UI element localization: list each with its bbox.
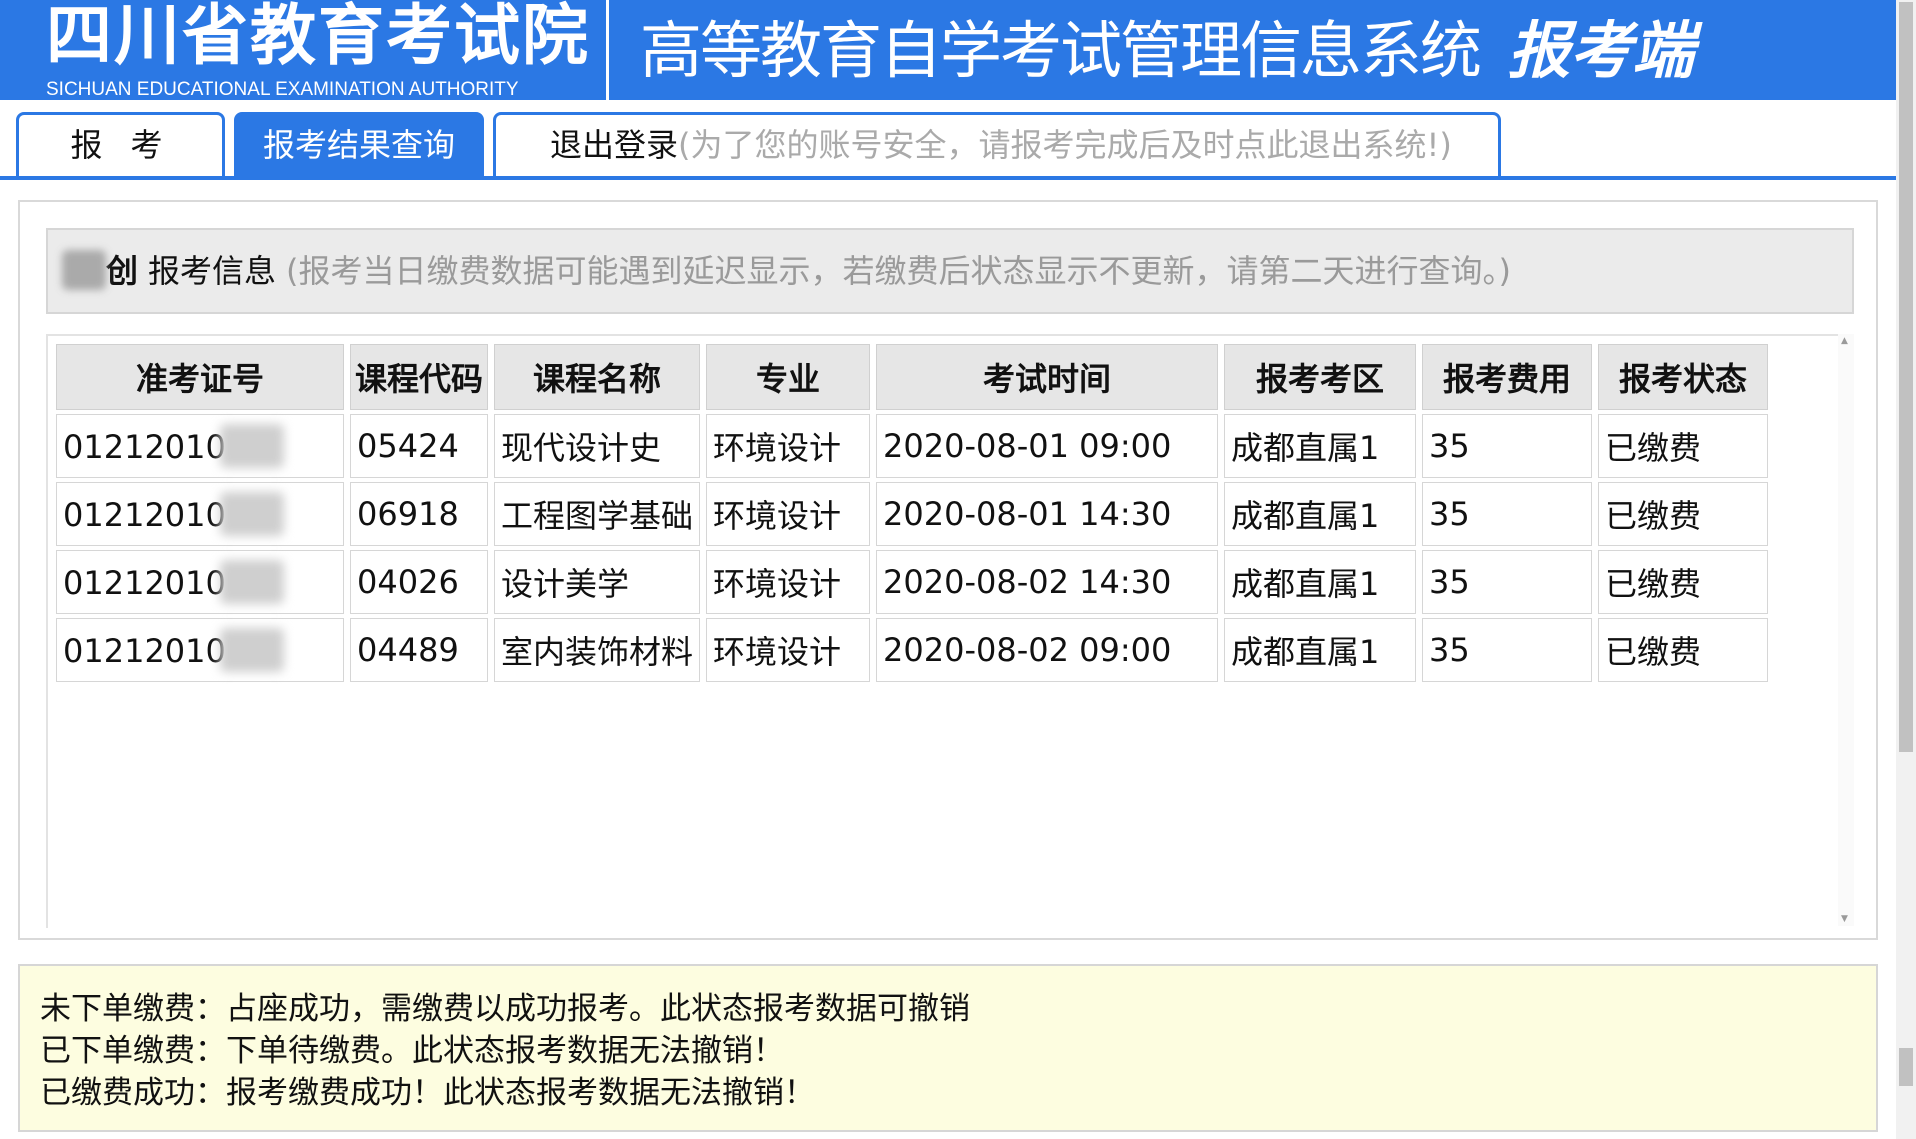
system-tag: 报考端: [1508, 14, 1695, 87]
cell-course: 设计美学: [494, 550, 701, 614]
ticket-prefix: 01212010: [63, 496, 226, 534]
col-major: 专业: [706, 344, 871, 410]
site-header: 四川省教育考试院 SICHUAN EDUCATIONAL EXAMINATION…: [0, 0, 1896, 100]
info-bar: 创报考信息 (报考当日缴费数据可能遇到延迟显示，若缴费后状态显示不更新，请第二天进…: [46, 228, 1854, 314]
tab-result-query[interactable]: 报考结果查询: [234, 112, 484, 178]
header-divider: [606, 0, 609, 100]
cell-time: 2020-08-01 09:00: [876, 414, 1219, 478]
cell-ticket: 01212010: [56, 618, 344, 682]
page-scrollbar-thumb[interactable]: [1899, 2, 1913, 752]
cell-code: 04026: [350, 550, 488, 614]
cell-code: 06918: [350, 482, 488, 546]
cell-course: 室内装饰材料: [494, 618, 701, 682]
cell-fee: 35: [1422, 482, 1593, 546]
cell-fee: 35: [1422, 618, 1593, 682]
table-scrollbar[interactable]: ▲ ▼: [1838, 334, 1854, 926]
tabs-underline: [0, 176, 1896, 180]
ticket-redacted: [219, 628, 284, 672]
table-row: 01212010 04489 室内装饰材料 环境设计 2020-08-02 09…: [56, 618, 1769, 682]
info-label: 报考信息: [148, 252, 277, 290]
ticket-prefix: 01212010: [63, 632, 226, 670]
page-scrollbar[interactable]: [1896, 0, 1916, 1139]
logout-label: 退出登录: [550, 126, 679, 164]
result-panel: 创报考信息 (报考当日缴费数据可能遇到延迟显示，若缴费后状态显示不更新，请第二天进…: [18, 200, 1878, 940]
table-row: 01212010 04026 设计美学 环境设计 2020-08-02 14:3…: [56, 550, 1769, 614]
cell-major: 环境设计: [706, 618, 871, 682]
cell-major: 环境设计: [706, 482, 871, 546]
status-legend: 未下单缴费：占座成功，需缴费以成功报考。此状态报考数据可撤销 已下单缴费：下单待…: [18, 964, 1878, 1132]
cell-status: 已缴费: [1598, 414, 1769, 478]
ticket-redacted: [219, 424, 284, 468]
table-container[interactable]: 准考证号 课程代码 课程名称 专业 考试时间 报考考区 报考费用 报考状态 01…: [46, 334, 1840, 928]
col-status: 报考状态: [1598, 344, 1769, 410]
ticket-prefix: 01212010: [63, 428, 226, 466]
col-area: 报考考区: [1224, 344, 1417, 410]
cell-time: 2020-08-01 14:30: [876, 482, 1219, 546]
legend-line: 未下单缴费：占座成功，需缴费以成功报考。此状态报考数据可撤销: [40, 991, 970, 1027]
scroll-up-arrow-icon[interactable]: ▲: [1841, 336, 1848, 346]
cell-ticket: 01212010: [56, 550, 344, 614]
table-header-row: 准考证号 课程代码 课程名称 专业 考试时间 报考考区 报考费用 报考状态: [56, 344, 1769, 410]
page-scrollbar-thumb-lower[interactable]: [1899, 1048, 1913, 1086]
legend-line: 已缴费成功：报考缴费成功！此状态报考数据无法撤销！: [40, 1075, 815, 1111]
ticket-redacted: [219, 560, 284, 604]
cell-area: 成都直属1: [1224, 482, 1417, 546]
redacted-name: [62, 250, 106, 290]
cell-code: 04489: [350, 618, 488, 682]
org-title: 四川省教育考试院: [46, 0, 590, 74]
cell-status: 已缴费: [1598, 618, 1769, 682]
ticket-prefix: 01212010: [63, 564, 226, 602]
registration-table: 准考证号 课程代码 课程名称 专业 考试时间 报考考区 报考费用 报考状态 01…: [50, 340, 1774, 686]
cell-major: 环境设计: [706, 550, 871, 614]
table-row: 01212010 05424 现代设计史 环境设计 2020-08-01 09:…: [56, 414, 1769, 478]
col-time: 考试时间: [876, 344, 1219, 410]
cell-time: 2020-08-02 14:30: [876, 550, 1219, 614]
logout-hint: (为了您的账号安全，请报考完成后及时点此退出系统!): [678, 126, 1452, 164]
system-title: 高等教育自学考试管理信息系统 报考端: [640, 14, 1694, 88]
col-ticket: 准考证号: [56, 344, 344, 410]
cell-ticket: 01212010: [56, 482, 344, 546]
cell-ticket: 01212010: [56, 414, 344, 478]
cell-course: 工程图学基础: [494, 482, 701, 546]
system-title-text: 高等教育自学考试管理信息系统: [640, 14, 1482, 87]
candidate-name: 创: [106, 252, 139, 290]
scroll-down-arrow-icon[interactable]: ▼: [1841, 914, 1848, 924]
cell-fee: 35: [1422, 414, 1593, 478]
tab-logout[interactable]: 退出登录(为了您的账号安全，请报考完成后及时点此退出系统!): [493, 112, 1501, 178]
col-course: 课程名称: [494, 344, 701, 410]
cell-fee: 35: [1422, 550, 1593, 614]
cell-code: 05424: [350, 414, 488, 478]
cell-major: 环境设计: [706, 414, 871, 478]
col-fee: 报考费用: [1422, 344, 1593, 410]
cell-area: 成都直属1: [1224, 550, 1417, 614]
table-row: 01212010 06918 工程图学基础 环境设计 2020-08-01 14…: [56, 482, 1769, 546]
legend-line: 已下单缴费：下单待缴费。此状态报考数据无法撤销！: [40, 1033, 784, 1069]
cell-area: 成都直属1: [1224, 414, 1417, 478]
org-subtitle: SICHUAN EDUCATIONAL EXAMINATION AUTHORIT…: [46, 79, 519, 100]
cell-time: 2020-08-02 09:00: [876, 618, 1219, 682]
tab-register[interactable]: 报考: [16, 112, 225, 178]
cell-status: 已缴费: [1598, 550, 1769, 614]
col-code: 课程代码: [350, 344, 488, 410]
cell-status: 已缴费: [1598, 482, 1769, 546]
cell-course: 现代设计史: [494, 414, 701, 478]
ticket-redacted: [219, 492, 284, 536]
cell-area: 成都直属1: [1224, 618, 1417, 682]
info-note: (报考当日缴费数据可能遇到延迟显示，若缴费后状态显示不更新，请第二天进行查询。): [286, 252, 1512, 290]
